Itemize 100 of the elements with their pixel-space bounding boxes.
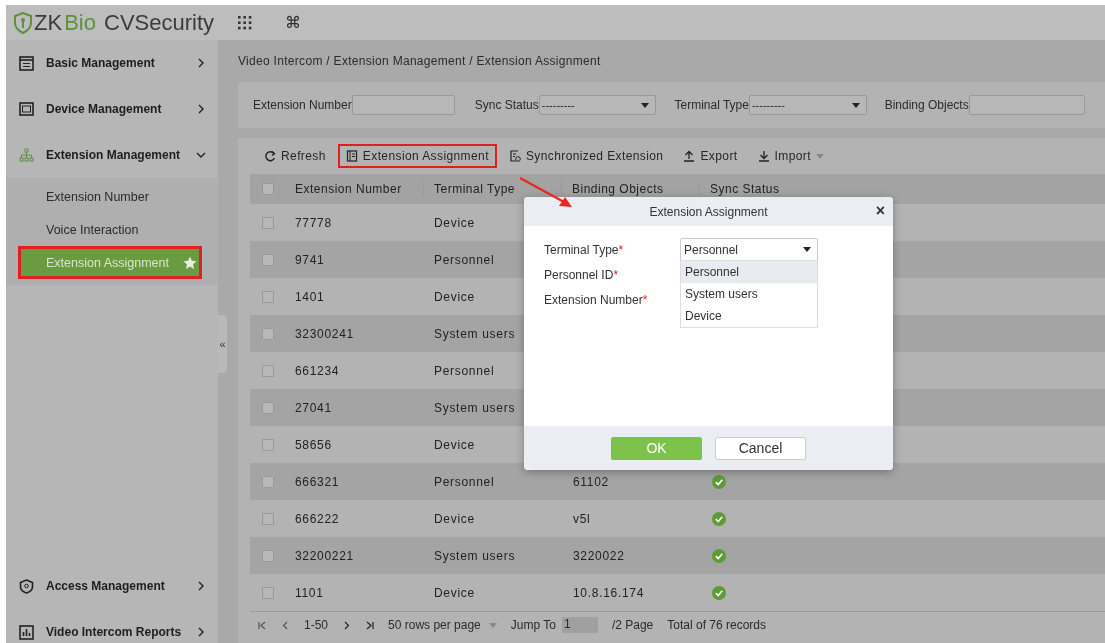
previous-page-icon[interactable] (281, 620, 290, 630)
caret-icon (851, 102, 860, 108)
menu-item[interactable]: Video Intercom Reports (46, 625, 184, 639)
row-checkbox[interactable] (261, 401, 274, 414)
table-cell-text: 10.8.16.174 (572, 585, 646, 600)
shield-icon (19, 578, 34, 594)
filter-input[interactable] (968, 95, 1085, 115)
caret-icon (641, 102, 650, 108)
table-cell-text: v5l (572, 511, 592, 526)
table-cell-text: 1101 (294, 585, 325, 600)
submenu-label: Extension Assignment (46, 255, 169, 270)
list-panel-icon (19, 55, 34, 71)
column-header[interactable]: Terminal Type (423, 182, 562, 196)
filter-label: Terminal Type (674, 98, 749, 112)
table-cell-text: Personnel (433, 363, 496, 378)
field-label: Terminal Type* (544, 242, 624, 257)
dropdown-option[interactable]: Device (681, 305, 817, 327)
jump-input[interactable]: 1 (561, 617, 598, 633)
caret-icon (803, 247, 811, 252)
close-button[interactable]: × (875, 203, 885, 219)
row-checkbox[interactable] (261, 290, 274, 303)
row-checkbox[interactable] (261, 253, 274, 266)
filter-label: Binding Objects (884, 98, 969, 112)
table-cell-text: 666222 (294, 511, 341, 526)
submenu-item[interactable]: Voice Interaction (18, 213, 202, 246)
table-cell-text: 61102 (572, 474, 610, 489)
table-cell-text: 32300241 (294, 326, 355, 341)
table-cell-text: System users (433, 326, 517, 341)
table-cell-text: Device (433, 437, 476, 452)
table-cell-text: 32200221 (294, 548, 355, 563)
apps-grid-icon[interactable] (238, 15, 252, 30)
filter-label: Extension Number (253, 98, 352, 112)
cancel-button[interactable]: Cancel (715, 436, 806, 460)
document-icon (345, 150, 358, 162)
row-checkbox[interactable] (261, 512, 274, 525)
page-range: 1-50 (304, 618, 329, 632)
table-cell-text: Device (433, 585, 476, 600)
toolbar-button[interactable]: Extension Assignment (337, 144, 497, 168)
row-checkbox[interactable] (261, 364, 274, 377)
dropdown-option[interactable]: Personnel (681, 261, 817, 283)
star-icon[interactable] (183, 255, 197, 270)
first-page-icon[interactable] (258, 620, 267, 630)
upload-icon (683, 150, 696, 162)
table-cell-text: System users (433, 400, 517, 415)
breadcrumb: Video Intercom / Extension Management / Extension Assignment (238, 54, 601, 68)
chevron-right-icon[interactable] (196, 58, 206, 68)
next-page-icon[interactable] (342, 620, 352, 630)
field-label: Personnel ID* (544, 267, 619, 282)
logo: ZKBio CVSecurity (6, 9, 224, 36)
table-cell-text: 27041 (294, 400, 333, 415)
table-cell-text: 58656 (294, 437, 333, 452)
table-cell-text: Device (433, 511, 476, 526)
dropdown-option[interactable]: System users (681, 283, 817, 305)
menu-item[interactable]: Device Management (46, 102, 184, 116)
table-cell-text: 3220022 (572, 548, 626, 563)
menu-item[interactable]: Access Management (46, 579, 184, 593)
table-cell-text: 661234 (294, 363, 341, 378)
dialog-title: Extension Assignment (649, 204, 768, 219)
table-cell-text: 666321 (294, 474, 341, 489)
toolbar-button[interactable]: Refresh (256, 144, 334, 168)
jump-label: Jump To (510, 618, 556, 632)
row-checkbox[interactable] (261, 549, 274, 562)
toolbar-button[interactable]: Import (749, 144, 832, 168)
table-cell-text: 9741 (294, 252, 326, 267)
column-header[interactable]: Sync Status (699, 182, 1105, 196)
menu-item[interactable]: Basic Management (46, 56, 184, 70)
toolbar-button[interactable]: Synchronized Extension (500, 144, 672, 168)
filter-input[interactable] (351, 95, 455, 115)
table-cell-text: 77778 (294, 215, 333, 230)
chevron-right-icon[interactable] (196, 581, 206, 591)
table-cell-text: 1401 (294, 289, 326, 304)
total-records: Total of 76 records (667, 618, 766, 632)
filter-select[interactable]: --------- (538, 95, 657, 115)
chevron-right-icon[interactable] (196, 104, 206, 114)
collapse-handle[interactable]: « (218, 315, 227, 373)
chevron-down-icon[interactable] (196, 150, 206, 160)
filter-select[interactable]: --------- (748, 95, 867, 115)
row-checkbox[interactable] (261, 216, 274, 229)
hierarchy-icon (19, 147, 34, 163)
refresh-icon (264, 150, 276, 162)
header-checkbox[interactable] (261, 183, 274, 195)
command-symbol[interactable]: ⌘ (285, 13, 301, 32)
download-icon (757, 150, 770, 162)
row-checkbox[interactable] (261, 475, 274, 488)
column-header[interactable]: Extension Number (285, 182, 424, 196)
field-label: Extension Number* (544, 292, 648, 307)
terminal-type-select[interactable]: Personnel (680, 238, 818, 261)
row-checkbox[interactable] (261, 438, 274, 451)
column-header[interactable]: Binding Objects (561, 182, 700, 196)
page-count: /2 Page (611, 618, 654, 632)
toolbar-button[interactable]: Export (675, 144, 746, 168)
page-size-select[interactable]: 50 rows per page (388, 618, 481, 632)
last-page-icon[interactable] (365, 620, 375, 630)
document-sync-icon (508, 150, 521, 162)
row-checkbox[interactable] (261, 586, 274, 599)
row-checkbox[interactable] (261, 327, 274, 340)
menu-item[interactable]: Extension Management (46, 148, 184, 162)
table-cell-text: Personnel (433, 252, 496, 267)
submenu-item[interactable]: Extension Number (18, 180, 202, 213)
chevron-right-icon[interactable] (196, 627, 206, 637)
